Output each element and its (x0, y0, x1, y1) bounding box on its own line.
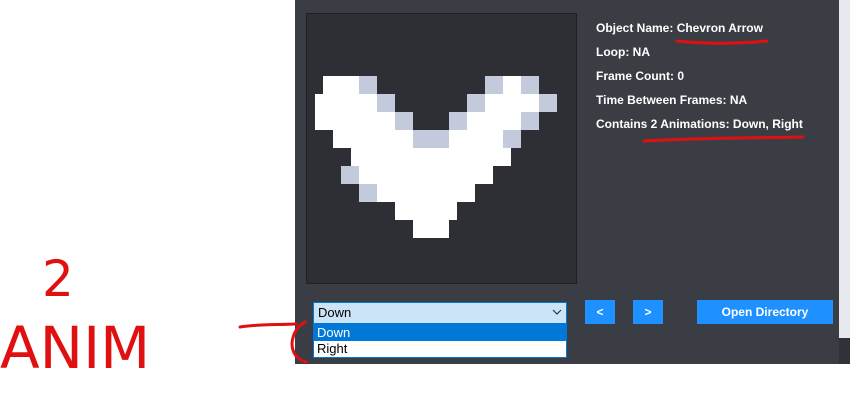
hand-annotations: 2 ANIM (0, 39, 805, 382)
underline-animations (642, 135, 805, 143)
annotation-text: ANIM (0, 314, 150, 382)
bracket-mark (290, 320, 308, 364)
arrow-line (238, 322, 298, 329)
annotation-number: 2 (42, 250, 74, 308)
underline-object-name (675, 39, 769, 45)
